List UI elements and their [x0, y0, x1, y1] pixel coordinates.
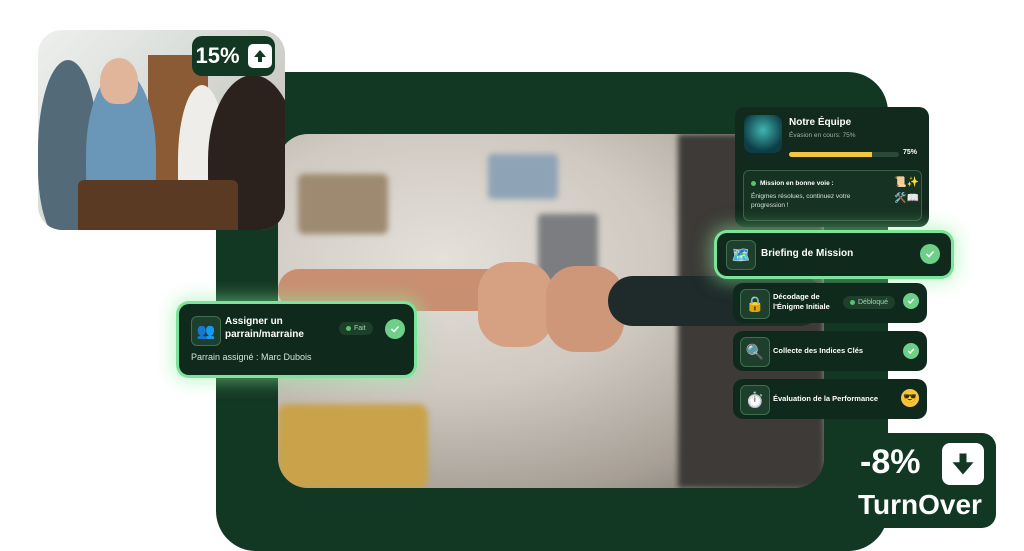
- progress-fill: [789, 152, 872, 157]
- smiley-emoji-icon: 😎: [901, 389, 919, 407]
- done-badge: Fait: [339, 322, 373, 335]
- progress-bar: [789, 152, 899, 157]
- team-avatar: [744, 115, 782, 153]
- mission-decodage[interactable]: 🔒 Décodage de l'Énigme Initiale Débloqué: [733, 283, 927, 323]
- mission-label: Collecte des Indices Clés: [773, 346, 864, 355]
- progress-label: 75%: [903, 149, 918, 156]
- team-subtitle: Évasion en cours: 75%: [789, 132, 856, 139]
- status-title: Mission en bonne voie :: [760, 180, 834, 187]
- turnover-badge: -8% TurnOver: [846, 433, 996, 528]
- team-card: Notre Équipe Évasion en cours: 75% 75% M…: [735, 107, 929, 227]
- arrow-up-icon: [247, 44, 272, 68]
- team-title: Notre Équipe: [789, 117, 852, 128]
- magnifier-icon: 🔍: [740, 337, 770, 367]
- check-icon: [903, 343, 919, 359]
- mission-status-box: Mission en bonne voie : Énigmes résolues…: [743, 170, 922, 221]
- tools-icon: 🛠️📖: [894, 193, 919, 204]
- lock-icon: 🔒: [740, 289, 770, 319]
- users-icon: 👥: [191, 316, 221, 346]
- mission-collecte[interactable]: 🔍 Collecte des Indices Clés: [733, 331, 927, 371]
- check-icon: [903, 293, 919, 309]
- turnover-label: TurnOver: [858, 489, 982, 520]
- done-badge-text: Fait: [354, 325, 366, 332]
- growth-badge: 15%: [192, 36, 275, 76]
- mentor-card[interactable]: 👥 Assigner un parrain/marraine Fait Parr…: [179, 304, 414, 375]
- unlocked-badge: Débloqué: [843, 296, 895, 309]
- mission-label: Évaluation de la Performance: [773, 394, 879, 403]
- check-icon: [920, 244, 940, 264]
- scroll-sparkle-icon: 📜✨: [894, 177, 919, 188]
- unlocked-badge-text: Débloqué: [858, 299, 888, 306]
- map-icon: 🗺️: [726, 240, 756, 270]
- status-dot-icon: [751, 181, 756, 186]
- mission-label: Décodage de l'Énigme Initiale: [773, 292, 830, 311]
- status-text: Énigmes résolues, continuez votre progre…: [751, 193, 851, 209]
- growth-value: 15%: [195, 43, 240, 68]
- mission-briefing[interactable]: 🗺️ Briefing de Mission: [717, 233, 951, 276]
- arrow-down-icon: [942, 443, 984, 485]
- mission-evaluation[interactable]: ⏱️ Évaluation de la Performance 😎: [733, 379, 927, 419]
- stopwatch-icon: ⏱️: [740, 385, 770, 415]
- mentor-title: Assigner un parrain/marraine: [225, 316, 304, 340]
- mentor-detail: Parrain assigné : Marc Dubois: [191, 352, 312, 362]
- mission-label: Briefing de Mission: [761, 248, 854, 259]
- turnover-value: -8%: [860, 443, 921, 481]
- check-icon: [385, 319, 405, 339]
